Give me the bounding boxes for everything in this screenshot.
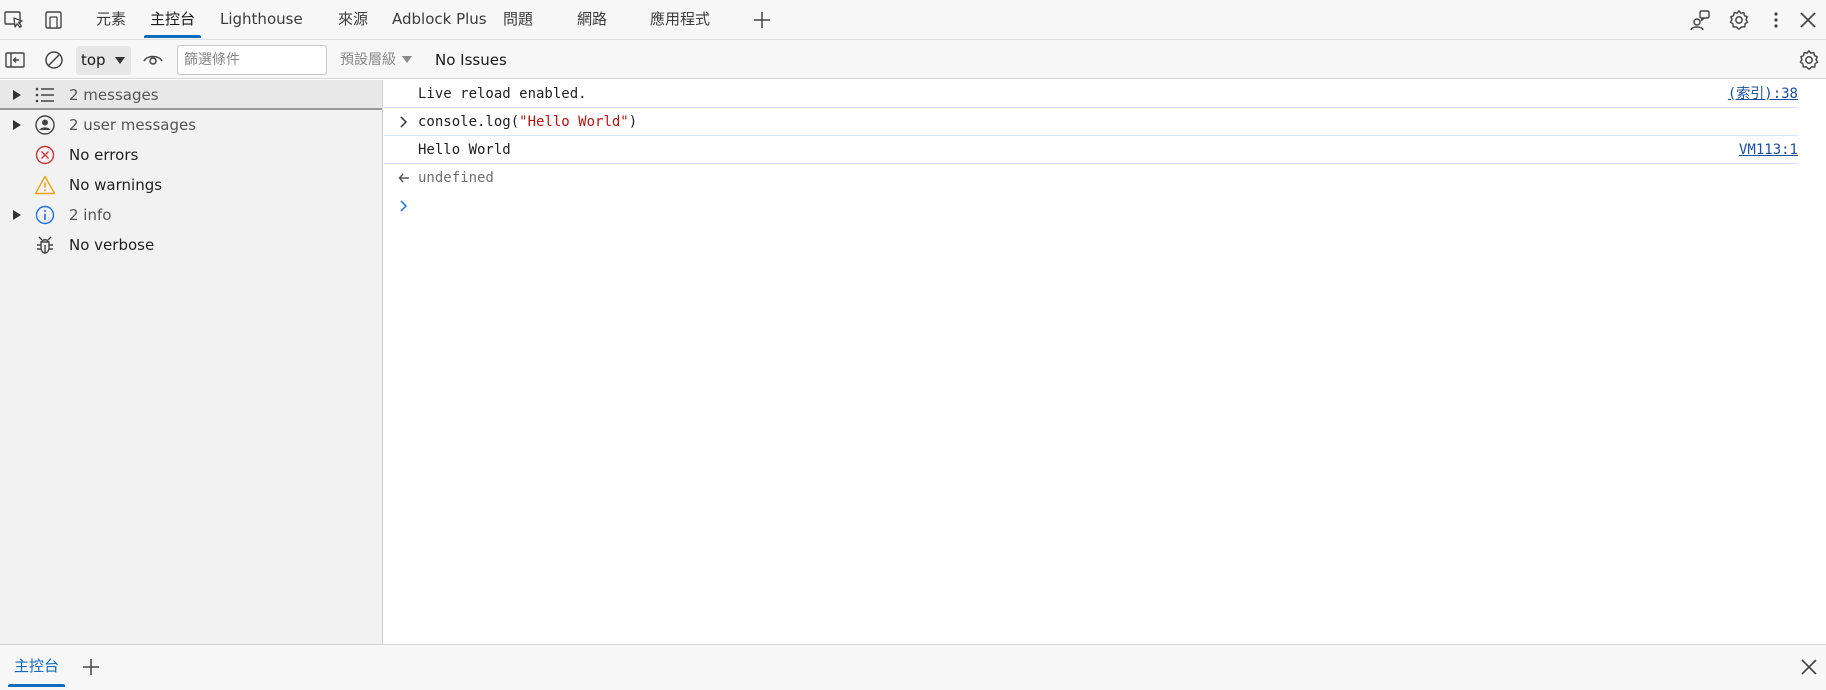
context-selector[interactable]: top — [76, 46, 131, 75]
more-tools-button[interactable] — [748, 6, 776, 34]
more-vertical-icon — [1774, 12, 1778, 28]
sidebar-icon — [5, 52, 25, 68]
warning-icon — [33, 174, 57, 196]
user-icon — [33, 114, 57, 136]
sidebar-item-verbose[interactable]: No verbose — [0, 230, 382, 260]
clear-icon — [45, 51, 63, 69]
close-drawer-button[interactable] — [1795, 653, 1823, 681]
inspect-icon — [4, 11, 23, 28]
console-messages: Live reload enabled. (索引):38 console.log… — [384, 80, 1826, 644]
plus-icon — [754, 12, 770, 28]
gear-icon — [1799, 50, 1819, 70]
plus-icon — [83, 659, 99, 675]
customize-menu-button[interactable] — [1762, 6, 1790, 34]
console-toolbar: top 預設層級 No Issues — [0, 40, 1826, 79]
sidebar-item-label: 2 messages — [69, 86, 159, 104]
clear-console-button[interactable] — [40, 46, 68, 74]
return-arrow-icon — [398, 172, 410, 184]
expand-triangle-icon[interactable] — [13, 210, 21, 220]
chevron-right-icon — [398, 116, 410, 128]
sidebar-item-messages[interactable]: 2 messages — [0, 80, 382, 110]
inspect-element-button[interactable] — [0, 6, 28, 34]
gear-icon — [1729, 10, 1749, 30]
console-prompt[interactable] — [384, 192, 1798, 220]
expand-triangle-icon[interactable] — [13, 90, 21, 100]
bug-icon — [33, 234, 57, 256]
context-value: top — [81, 51, 106, 69]
tab-issues[interactable]: 問題 — [503, 0, 533, 38]
sidebar-item-errors[interactable]: No errors — [0, 140, 382, 170]
expand-triangle-icon[interactable] — [13, 120, 21, 130]
prompt-chevron-icon — [398, 200, 410, 212]
console-message: Hello World VM113:1 — [384, 136, 1798, 164]
drawer-tab-console[interactable]: 主控台 — [8, 645, 66, 687]
drawer-tab-bar: 主控台 — [0, 644, 1826, 690]
tab-console[interactable]: 主控台 — [143, 0, 202, 38]
tab-adblock-plus[interactable]: Adblock Plus — [392, 0, 487, 38]
error-icon — [33, 144, 57, 166]
close-icon — [1801, 659, 1817, 675]
toggle-sidebar-button[interactable] — [1, 46, 29, 74]
result-text: undefined — [418, 170, 494, 186]
tab-sources[interactable]: 來源 — [338, 0, 368, 38]
chevron-down-icon — [115, 57, 125, 64]
log-levels-label: 預設層級 — [340, 52, 396, 68]
sidebar-item-label: No warnings — [69, 176, 163, 194]
chevron-down-icon — [402, 56, 412, 63]
console-result: undefined — [384, 164, 1798, 192]
source-link[interactable]: VM113:1 — [1739, 136, 1798, 164]
tab-application[interactable]: 應用程式 — [650, 0, 710, 38]
device-icon — [45, 11, 62, 29]
console-settings-button[interactable] — [1795, 46, 1823, 74]
sidebar-item-label: 2 user messages — [69, 116, 197, 134]
sidebar-item-label: No errors — [69, 146, 139, 164]
add-drawer-tab-button[interactable] — [77, 653, 105, 681]
info-icon — [33, 204, 57, 226]
close-devtools-button[interactable] — [1794, 6, 1822, 34]
sidebar-item-label: 2 info — [69, 206, 112, 224]
source-link[interactable]: (索引):38 — [1728, 80, 1798, 108]
tab-network[interactable]: 網路 — [577, 0, 607, 38]
live-expression-button[interactable] — [139, 46, 167, 74]
close-icon — [1800, 12, 1816, 28]
settings-button[interactable] — [1725, 6, 1753, 34]
devtools-tab-bar: 元素 主控台 Lighthouse 來源 Adblock Plus 問題 網路 … — [0, 0, 1826, 40]
code-suffix: ) — [628, 114, 638, 130]
console-command: console.log("Hello World") — [384, 108, 1798, 136]
console-sidebar: 2 messages 2 user messages No errors No … — [0, 80, 383, 644]
sidebar-item-warnings[interactable]: No warnings — [0, 170, 382, 200]
feedback-icon — [1690, 10, 1710, 31]
message-text: Live reload enabled. — [418, 86, 587, 102]
console-message: Live reload enabled. (索引):38 — [384, 80, 1798, 108]
code-prefix: console.log( — [418, 114, 520, 130]
command-text: console.log("Hello World") — [418, 108, 637, 136]
sidebar-item-info[interactable]: 2 info — [0, 200, 382, 230]
list-icon — [33, 84, 57, 106]
log-levels-dropdown[interactable]: 預設層級 — [340, 46, 412, 74]
issues-counter[interactable]: No Issues — [435, 46, 507, 74]
sidebar-item-user-messages[interactable]: 2 user messages — [0, 110, 382, 140]
device-toolbar-button[interactable] — [40, 6, 68, 34]
tab-elements[interactable]: 元素 — [96, 0, 126, 38]
message-text: Hello World — [418, 142, 511, 158]
eye-icon — [143, 55, 163, 65]
sidebar-item-label: No verbose — [69, 236, 155, 254]
feedback-button[interactable] — [1686, 6, 1714, 34]
tab-lighthouse[interactable]: Lighthouse — [220, 0, 303, 38]
code-string: "Hello World" — [519, 114, 629, 130]
filter-input[interactable] — [177, 45, 327, 75]
